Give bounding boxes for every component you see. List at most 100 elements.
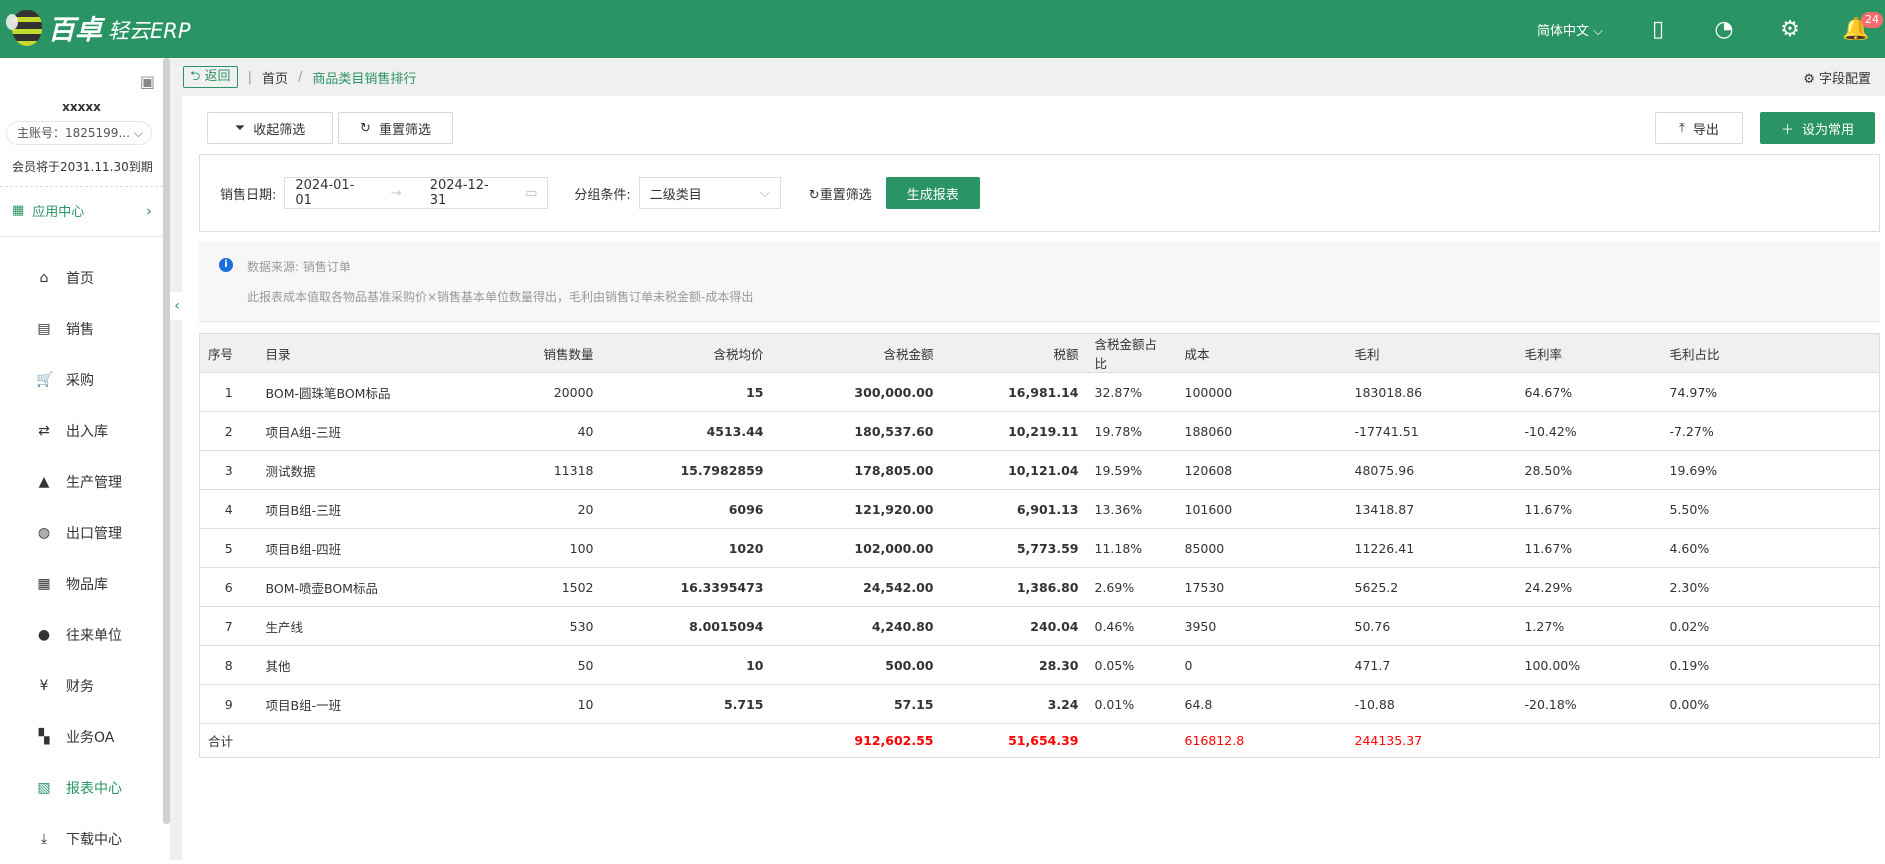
column-header[interactable]: 含税均价 xyxy=(601,333,772,373)
sidebar-menu: ⌂ 首页 ▤ 销售 🛒 采购 ⇄ 出入库 ▲ 生产管理 ◍ 出口管理 ▦ 物品库 ● 往来单位 ¥ 财务 ▚ 业务OA… xyxy=(36,252,122,864)
notification-bell-icon[interactable]: 🔔 24 xyxy=(1841,12,1883,44)
sidebar-scrollbar[interactable] xyxy=(163,58,170,824)
sidebar-item-2[interactable]: 🛒 采购 xyxy=(36,354,122,405)
table-row[interactable]: 2 项目A组-三班 40 4513.44 180,537.60 10,219.11 19.7… xyxy=(199,411,1880,451)
cell: 11226.41 xyxy=(1346,528,1517,568)
cell: 5 xyxy=(199,528,258,568)
field-config-button[interactable]: ⚙ 字段配置 xyxy=(1803,68,1871,87)
chevron-down-icon: ⌵ xyxy=(133,126,143,140)
cell: 项目B组-四班 xyxy=(257,528,430,568)
membership-expire: 会员将于2031.11.30到期 xyxy=(12,160,153,174)
column-header[interactable]: 目录 xyxy=(257,333,430,373)
column-header[interactable]: 毛利率 xyxy=(1516,333,1662,373)
table-row[interactable]: 8 其他 50 10 500.00 28.30 0.05% 0 471.7 100.00% 0.19… xyxy=(199,645,1880,685)
table-row[interactable]: 7 生产线 530 8.0015094 4,240.80 240.04 0.46% 3950 5… xyxy=(199,606,1880,646)
language-select[interactable]: 简体中文 ⌵ xyxy=(1537,20,1603,39)
cell: 102,000.00 xyxy=(771,528,942,568)
back-label: 返回 xyxy=(204,69,231,84)
sidebar-item-label: 报表中心 xyxy=(66,780,122,797)
qr-code-icon[interactable]: ▣ xyxy=(140,72,155,91)
sidebar-item-7[interactable]: ● 往来单位 xyxy=(36,609,122,660)
cart-icon: 🛒 xyxy=(36,371,54,388)
sidebar-item-11[interactable]: ⤓ 下载中心 xyxy=(36,813,122,864)
sidebar-item-8[interactable]: ¥ 财务 xyxy=(36,660,122,711)
sidebar-item-4[interactable]: ▲ 生产管理 xyxy=(36,456,122,507)
cell: 0.01% xyxy=(1086,684,1177,724)
sidebar-item-10[interactable]: ▧ 报表中心 xyxy=(36,762,122,813)
column-header[interactable]: 销售数量 xyxy=(429,333,602,373)
column-header[interactable]: 含税金额占比 xyxy=(1086,333,1177,373)
cell: 64.8 xyxy=(1176,684,1347,724)
collapse-filter-button[interactable]: ⏷ 收起筛选 xyxy=(207,112,333,144)
table-row[interactable]: 3 测试数据 11318 15.7982859 178,805.00 10,121.04 1… xyxy=(199,450,1880,490)
total-amount: 912,602.55 xyxy=(771,723,942,758)
cell: 11.67% xyxy=(1516,528,1662,568)
bee-logo-icon xyxy=(6,9,42,46)
cell: -10.88 xyxy=(1346,684,1517,724)
table-row[interactable]: 6 BOM-喷壶BOM标品 1502 16.3395473 24,542.00 1,386… xyxy=(199,567,1880,607)
sidebar-item-label: 财务 xyxy=(66,678,94,695)
mobile-icon[interactable]: ▯ xyxy=(1643,14,1673,44)
date-range-picker[interactable]: 2024-01-01 → 2024-12-31 ▭ xyxy=(284,177,549,209)
table-row[interactable]: 9 项目B组-一班 10 5.715 57.15 3.24 0.01% 64.8 -10.88-… xyxy=(199,684,1880,724)
username: xxxxx xyxy=(62,100,101,114)
cell: BOM-喷壶BOM标品 xyxy=(257,567,430,607)
plus-icon: ＋ xyxy=(1780,122,1794,138)
cell: 10,121.04 xyxy=(941,450,1087,490)
download-icon: ⤓ xyxy=(40,830,48,847)
column-header[interactable]: 毛利 xyxy=(1346,333,1517,373)
cell: 48075.96 xyxy=(1346,450,1517,490)
export-button[interactable]: ⤒ 导出 xyxy=(1655,112,1743,144)
app-center-link[interactable]: ▦ 应用中心 › xyxy=(12,201,152,221)
sidebar-item-0[interactable]: ⌂ 首页 xyxy=(36,252,122,303)
cell: 20 xyxy=(429,489,602,529)
sidebar-item-3[interactable]: ⇄ 出入库 xyxy=(36,405,122,456)
support-chat-icon[interactable]: ◔ xyxy=(1709,14,1739,44)
column-header[interactable]: 含税金额 xyxy=(771,333,942,373)
set-favorite-label: 设为常用 xyxy=(1802,122,1855,138)
column-header[interactable]: 毛利占比 xyxy=(1661,333,1880,373)
cell: 2 xyxy=(199,411,258,451)
cell: 6,901.13 xyxy=(941,489,1087,529)
cell: 0.05% xyxy=(1086,645,1177,685)
field-config-label: 字段配置 xyxy=(1818,71,1871,87)
reset-filter-link[interactable]: ↻重置筛选 xyxy=(809,184,872,203)
account-select[interactable]: 主账号：1825199... ⌵ xyxy=(6,121,152,145)
group-value: 二级类目 xyxy=(649,187,702,203)
set-favorite-button[interactable]: ＋ 设为常用 xyxy=(1760,112,1875,144)
collapse-sidebar-button[interactable]: ‹ xyxy=(170,292,184,320)
generate-report-button[interactable]: 生成报表 xyxy=(885,177,980,209)
column-header[interactable]: 成本 xyxy=(1176,333,1347,373)
date-end[interactable]: 2024-12-31 xyxy=(430,178,497,208)
column-header[interactable]: 税额 xyxy=(941,333,1087,373)
cell: 40 xyxy=(429,411,602,451)
cell: 100 xyxy=(429,528,602,568)
logo[interactable]: 百卓 轻云ERP xyxy=(6,8,191,47)
sidebar-item-label: 业务OA xyxy=(66,729,115,746)
top-header: 百卓 轻云ERP 简体中文 ⌵ ▯ ◔ ⚙ 🔔 24 xyxy=(0,0,1885,58)
cell: 19.59% xyxy=(1086,450,1177,490)
settings-gear-icon[interactable]: ⚙ xyxy=(1775,14,1805,44)
cell: 120608 xyxy=(1176,450,1347,490)
table-row[interactable]: 5 项目B组-四班 100 1020 102,000.00 5,773.59 11.18% 8… xyxy=(199,528,1880,568)
cell: 19.78% xyxy=(1086,411,1177,451)
table-row[interactable]: 1 BOM-圆珠笔BOM标品 20000 15 300,000.00 16,981.14 3… xyxy=(199,372,1880,412)
back-button[interactable]: ⮌ 返回 xyxy=(183,66,238,88)
sidebar-item-9[interactable]: ▚ 业务OA xyxy=(36,711,122,762)
grid-icon: ▚ xyxy=(38,728,50,745)
sidebar-item-5[interactable]: ◍ 出口管理 xyxy=(36,507,122,558)
total-label: 合计 xyxy=(199,723,258,758)
table-row[interactable]: 4 项目B组-三班 20 6096 121,920.00 6,901.13 13.36% 10… xyxy=(199,489,1880,529)
reset-filter-button[interactable]: ↻ 重置筛选 xyxy=(338,112,453,144)
total-row: 合计 912,602.55 51,654.39 616812.8 244135.37 xyxy=(199,723,1880,758)
date-start[interactable]: 2024-01-01 xyxy=(295,178,362,208)
sidebar-item-1[interactable]: ▤ 销售 xyxy=(36,303,122,354)
account-label: 主账号：1825199... xyxy=(17,126,130,140)
column-header[interactable]: 序号 xyxy=(199,333,258,373)
transfer-icon: ⇄ xyxy=(38,422,50,439)
breadcrumb-home[interactable]: 首页 xyxy=(262,68,288,87)
cell: 1,386.80 xyxy=(941,567,1087,607)
cell: 6 xyxy=(199,567,258,607)
sidebar-item-6[interactable]: ▦ 物品库 xyxy=(36,558,122,609)
group-select[interactable]: 二级类目 ⌵ xyxy=(638,177,781,209)
